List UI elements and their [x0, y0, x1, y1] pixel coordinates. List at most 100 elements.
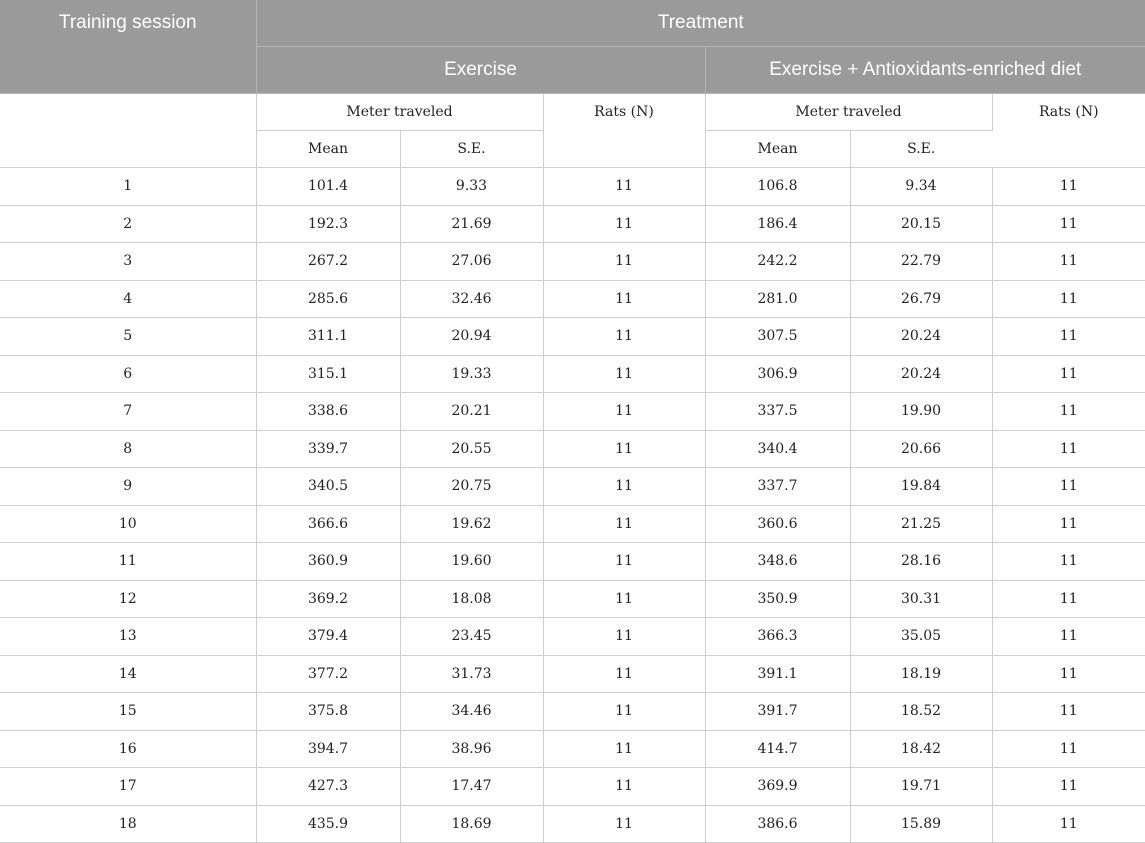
header-treatment: Treatment [256, 0, 1145, 47]
cell-diet-rats: 11 [992, 355, 1145, 393]
cell-session: 8 [0, 430, 257, 468]
subheader-diet-mean: Mean [705, 130, 851, 168]
cell-exercise-rats: 11 [543, 505, 706, 543]
cell-session: 11 [0, 542, 257, 581]
cell-exercise-mean: 101.4 [256, 167, 401, 206]
cell-diet-mean: 186.4 [705, 205, 851, 243]
cell-session: 7 [0, 392, 257, 431]
cell-exercise-se: 34.46 [400, 692, 544, 731]
table-row: 18 435.9 18.69 11 386.6 15.89 11 [0, 805, 1145, 843]
cell-exercise-se: 23.45 [400, 617, 544, 656]
cell-diet-se: 20.66 [850, 430, 993, 468]
cell-exercise-rats: 11 [543, 280, 706, 318]
cell-session: 15 [0, 692, 257, 731]
cell-exercise-se: 27.06 [400, 242, 544, 281]
cell-exercise-rats: 11 [543, 205, 706, 243]
cell-session: 17 [0, 767, 257, 806]
cell-diet-rats: 11 [992, 580, 1145, 618]
cell-diet-rats: 11 [992, 205, 1145, 243]
cell-exercise-se: 19.62 [400, 505, 544, 543]
header-group-exercise-diet: Exercise + Antioxidants-enriched diet [705, 46, 1145, 94]
cell-exercise-se: 17.47 [400, 767, 544, 806]
cell-exercise-mean: 394.7 [256, 730, 401, 768]
cell-diet-mean: 242.2 [705, 242, 851, 281]
header-row-1: Training session Treatment [0, 0, 1145, 47]
cell-exercise-mean: 377.2 [256, 655, 401, 693]
cell-exercise-rats: 11 [543, 692, 706, 731]
cell-session: 5 [0, 317, 257, 356]
table-row: 12 369.2 18.08 11 350.9 30.31 11 [0, 580, 1145, 618]
cell-exercise-rats: 11 [543, 542, 706, 581]
header-group-exercise: Exercise [256, 46, 706, 94]
cell-exercise-se: 20.94 [400, 317, 544, 356]
cell-exercise-mean: 311.1 [256, 317, 401, 356]
cell-diet-se: 28.16 [850, 542, 993, 581]
cell-session: 10 [0, 505, 257, 543]
cell-diet-mean: 366.3 [705, 617, 851, 656]
header-training-session: Training session [0, 0, 257, 47]
cell-diet-se: 9.34 [850, 167, 993, 206]
table-row: 10 366.6 19.62 11 360.6 21.25 11 [0, 505, 1145, 543]
cell-exercise-mean: 192.3 [256, 205, 401, 243]
cell-exercise-rats: 11 [543, 730, 706, 768]
cell-diet-rats: 11 [992, 655, 1145, 693]
cell-exercise-se: 21.69 [400, 205, 544, 243]
cell-diet-mean: 391.1 [705, 655, 851, 693]
cell-diet-rats: 11 [992, 317, 1145, 356]
cell-session: 3 [0, 242, 257, 281]
cell-diet-se: 15.89 [850, 805, 993, 843]
cell-session: 13 [0, 617, 257, 656]
cell-diet-se: 19.71 [850, 767, 993, 806]
cell-diet-rats: 11 [992, 805, 1145, 843]
header-row-2: Exercise Exercise + Antioxidants-enriche… [0, 46, 1145, 94]
cell-diet-rats: 11 [992, 767, 1145, 806]
cell-exercise-mean: 338.6 [256, 392, 401, 431]
cell-diet-mean: 337.7 [705, 467, 851, 506]
cell-exercise-mean: 427.3 [256, 767, 401, 806]
table-row: 13 379.4 23.45 11 366.3 35.05 11 [0, 617, 1145, 656]
table-body: 1 101.4 9.33 11 106.8 9.34 11 2 192.3 21.69 11 186.… [0, 167, 1145, 843]
cell-exercise-rats: 11 [543, 355, 706, 393]
cell-exercise-se: 9.33 [400, 167, 544, 206]
subheader-exercise-meter-traveled: Meter traveled [256, 93, 544, 131]
cell-diet-rats: 11 [992, 505, 1145, 543]
cell-exercise-se: 19.33 [400, 355, 544, 393]
cell-diet-mean: 307.5 [705, 317, 851, 356]
cell-diet-rats: 11 [992, 280, 1145, 318]
table-row: 17 427.3 17.47 11 369.9 19.71 11 [0, 767, 1145, 806]
cell-exercise-se: 18.08 [400, 580, 544, 618]
cell-session: 6 [0, 355, 257, 393]
subheader-exercise-se: S.E. [400, 130, 544, 168]
table-row: 7 338.6 20.21 11 337.5 19.90 11 [0, 392, 1145, 431]
cell-session: 16 [0, 730, 257, 768]
cell-exercise-se: 18.69 [400, 805, 544, 843]
cell-exercise-rats: 11 [543, 430, 706, 468]
cell-exercise-se: 20.21 [400, 392, 544, 431]
cell-diet-rats: 11 [992, 430, 1145, 468]
cell-exercise-rats: 11 [543, 242, 706, 281]
table-row: 14 377.2 31.73 11 391.1 18.19 11 [0, 655, 1145, 693]
cell-session: 18 [0, 805, 257, 843]
cell-exercise-rats: 11 [543, 392, 706, 431]
table-header: Training session Treatment Exercise Exer… [0, 0, 1145, 168]
header-empty-cell [0, 46, 257, 94]
cell-exercise-rats: 11 [543, 767, 706, 806]
cell-exercise-mean: 369.2 [256, 580, 401, 618]
cell-diet-mean: 391.7 [705, 692, 851, 731]
cell-session: 4 [0, 280, 257, 318]
cell-exercise-se: 38.96 [400, 730, 544, 768]
table-row: 9 340.5 20.75 11 337.7 19.84 11 [0, 467, 1145, 506]
cell-exercise-se: 19.60 [400, 542, 544, 581]
cell-diet-rats: 11 [992, 467, 1145, 506]
cell-diet-rats: 11 [992, 542, 1145, 581]
cell-session: 1 [0, 167, 257, 206]
subheader-exercise-mean: Mean [256, 130, 401, 168]
cell-exercise-mean: 315.1 [256, 355, 401, 393]
cell-diet-se: 18.52 [850, 692, 993, 731]
cell-session: 12 [0, 580, 257, 618]
cell-diet-se: 18.42 [850, 730, 993, 768]
cell-exercise-rats: 11 [543, 167, 706, 206]
cell-diet-rats: 11 [992, 167, 1145, 206]
table-row: 2 192.3 21.69 11 186.4 20.15 11 [0, 205, 1145, 243]
cell-diet-se: 22.79 [850, 242, 993, 281]
